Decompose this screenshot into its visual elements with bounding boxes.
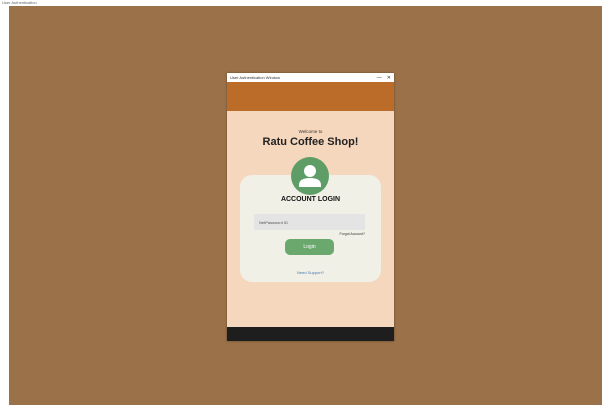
password-id-input[interactable]	[254, 214, 365, 230]
window-title: User Authentication Window	[230, 75, 281, 80]
header-bar	[227, 82, 394, 111]
minimize-icon[interactable]: —	[377, 75, 382, 81]
login-heading: ACCOUNT LOGIN	[280, 196, 341, 203]
window-titlebar[interactable]: User Authentication Window — ✕	[227, 73, 394, 82]
shop-name: Ratu Coffee Shop!	[262, 136, 359, 148]
user-icon	[291, 157, 329, 195]
close-icon[interactable]: ✕	[387, 75, 391, 81]
window-controls: — ✕	[377, 73, 391, 82]
footer-bar	[227, 327, 394, 341]
login-window: User Authentication Window — ✕ Welcome t…	[227, 73, 394, 341]
forgot-account-link[interactable]: Forgot Account?	[340, 232, 366, 236]
support-link[interactable]: Need Support?	[227, 270, 394, 275]
screen-title: User Authentication	[2, 0, 37, 5]
login-button[interactable]: Login	[285, 239, 334, 255]
welcome-text: Welcome to	[298, 129, 323, 134]
